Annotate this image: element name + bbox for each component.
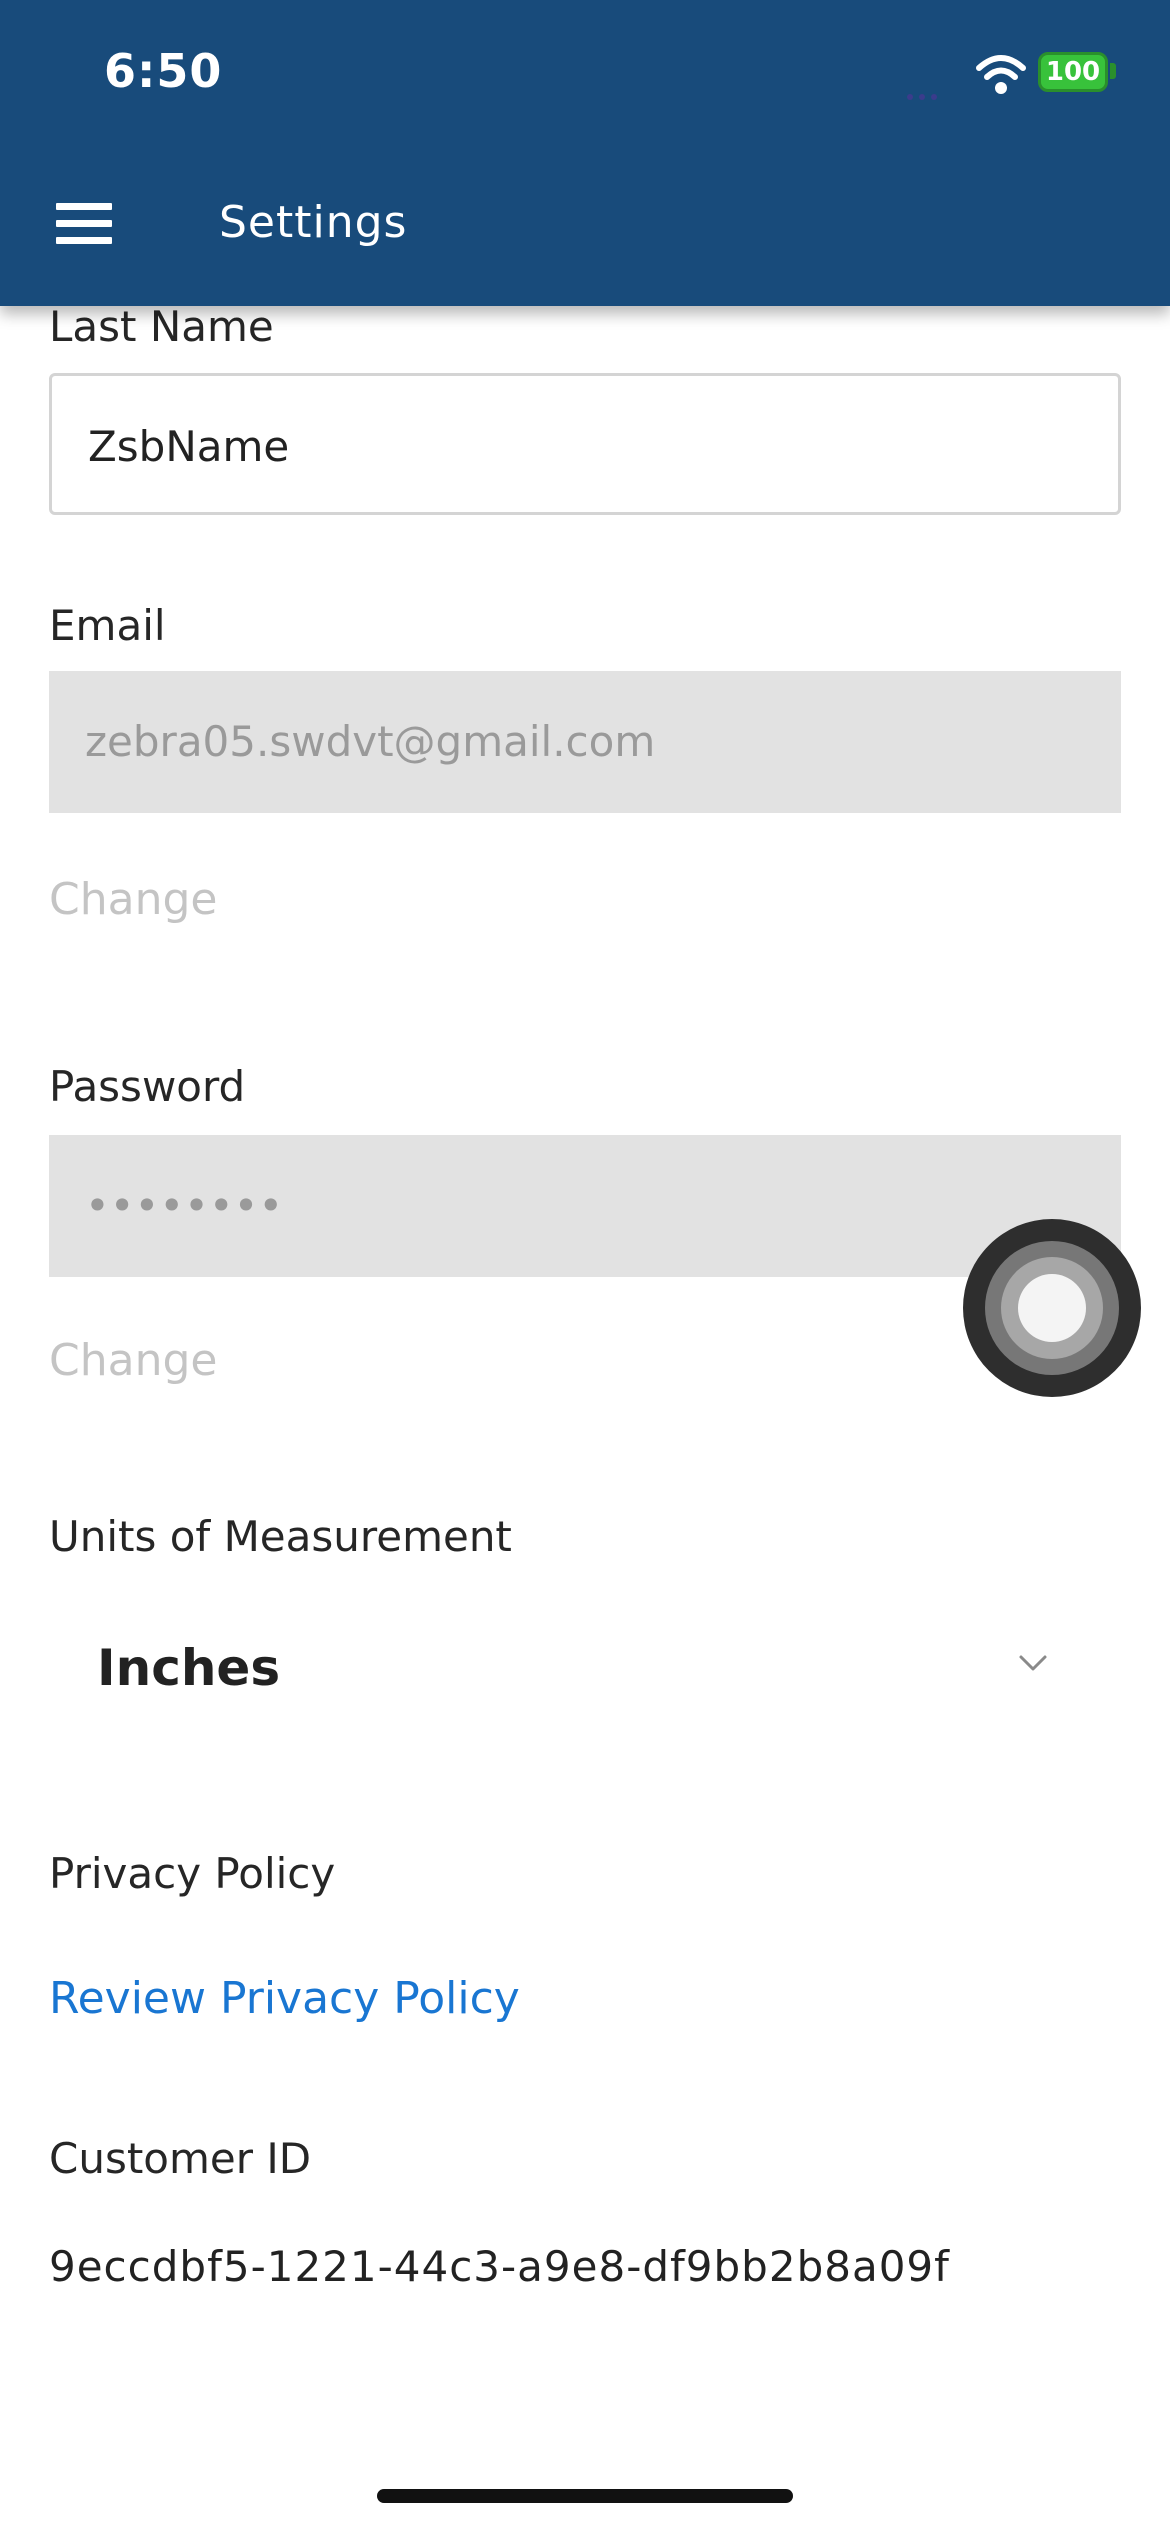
- password-field: ••••••••: [49, 1135, 1121, 1277]
- chevron-down-icon: [1019, 1655, 1047, 1671]
- app-header: 6:50 100 Settings: [0, 0, 1170, 306]
- wifi-icon: [976, 55, 1026, 94]
- change-email-button[interactable]: Change: [49, 874, 217, 925]
- email-field: zebra05.swdvt@gmail.com: [49, 671, 1121, 813]
- customer-id-label: Customer ID: [49, 2134, 312, 2183]
- change-password-button[interactable]: Change: [49, 1335, 217, 1386]
- page-title: Settings: [219, 197, 408, 248]
- units-select[interactable]: Inches: [49, 1607, 1121, 1727]
- battery-tip: [1110, 63, 1116, 79]
- units-label: Units of Measurement: [49, 1512, 512, 1561]
- battery-icon: 100: [1038, 52, 1108, 92]
- assistive-touch-icon[interactable]: [963, 1219, 1141, 1397]
- last-name-input[interactable]: ZsbName: [49, 373, 1121, 515]
- units-selected-value: Inches: [97, 1639, 281, 1697]
- status-time: 6:50: [104, 44, 223, 98]
- password-label: Password: [49, 1062, 246, 1111]
- customer-id-value: 9eccdbf5-1221-44c3-a9e8-df9bb2b8a09f: [49, 2242, 950, 2291]
- menu-icon[interactable]: [56, 203, 112, 245]
- home-indicator[interactable]: [377, 2489, 793, 2503]
- last-name-label: Last Name: [49, 302, 274, 351]
- privacy-policy-label: Privacy Policy: [49, 1849, 336, 1898]
- email-label: Email: [49, 601, 166, 650]
- cellular-signal-icon: [907, 85, 957, 100]
- review-privacy-policy-link[interactable]: Review Privacy Policy: [49, 1973, 520, 2024]
